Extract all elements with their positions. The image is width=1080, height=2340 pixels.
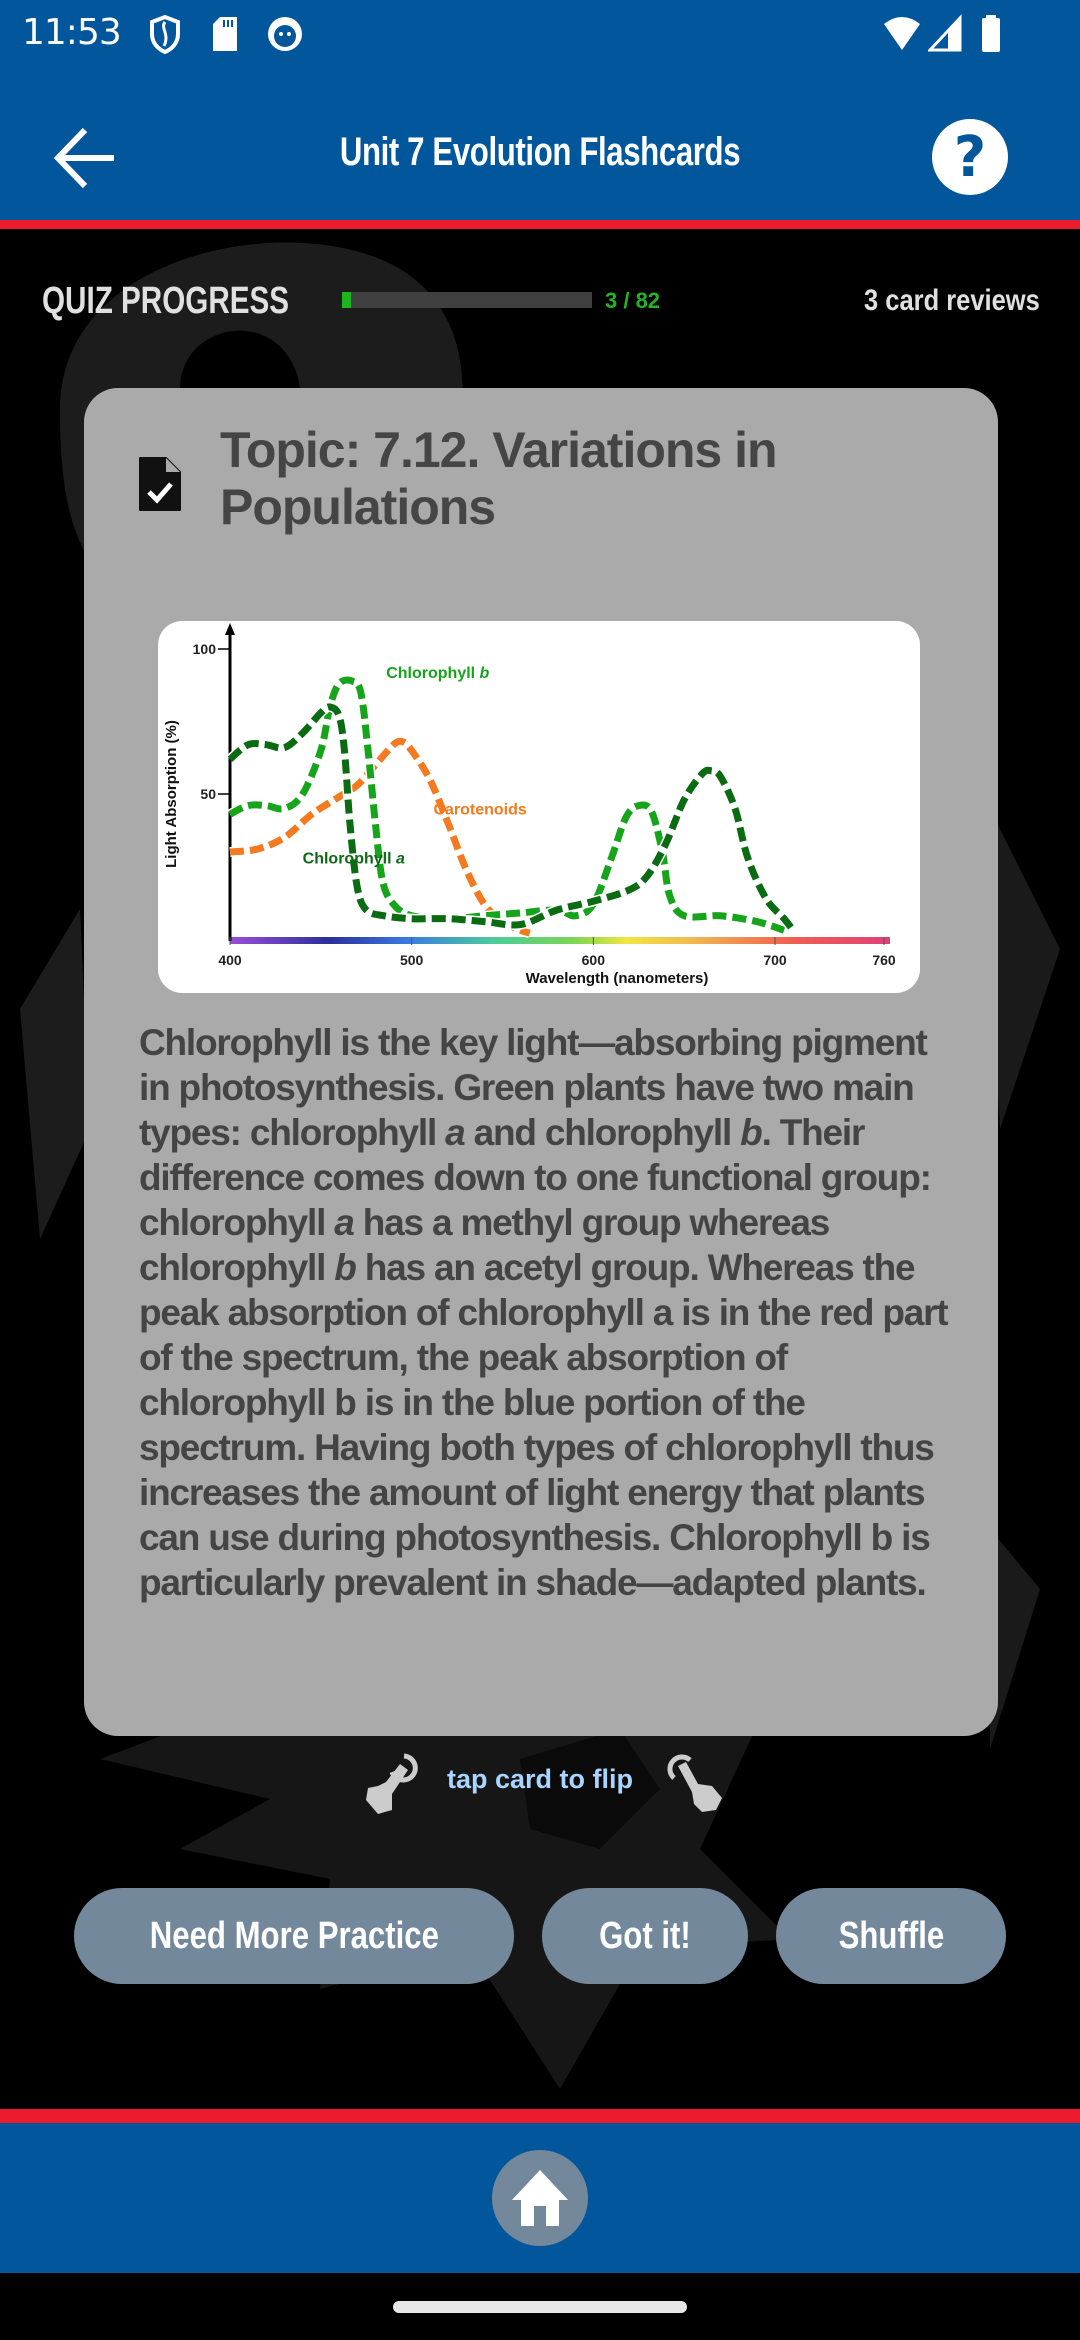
x-axis-label: Wavelength (nanometers) <box>526 970 709 987</box>
need-more-practice-button[interactable]: Need More Practice <box>74 1888 514 1984</box>
x-axis-spectrum <box>230 937 890 944</box>
header-divider <box>0 220 1080 229</box>
footer-divider <box>0 2109 1080 2123</box>
flashcard[interactable]: Topic: 7.12. Variations in Populations 5… <box>84 388 998 1736</box>
help-button[interactable]: ? <box>932 119 1008 195</box>
quiz-progress-bar <box>342 292 592 308</box>
got-it-label: Got it! <box>599 1915 691 1957</box>
card-reviews-count: 3 card reviews <box>864 284 1040 317</box>
wifi-icon <box>884 17 920 50</box>
bottom-bar <box>0 2123 1080 2273</box>
series-label-part: Chlorophyll <box>303 851 396 868</box>
battery-icon <box>982 15 1000 52</box>
italic-term: a <box>334 1202 355 1243</box>
x-tick-label: 760 <box>872 952 896 968</box>
shield-icon <box>150 14 180 54</box>
italic-term: b <box>740 1112 763 1153</box>
card-body-text: Chlorophyll is the key light—absorbing p… <box>139 1020 959 1605</box>
x-tick-label: 700 <box>763 952 787 968</box>
series-label-part: Carotenoids <box>433 801 526 818</box>
series-label-part: b <box>480 665 490 682</box>
system-nav-handle[interactable] <box>393 2301 687 2313</box>
series-label-chlorophyll-b: Chlorophyll b <box>386 665 489 682</box>
y-tick-label: 100 <box>193 641 217 657</box>
absorption-chart-svg: 50 100 400 500 600 700 760 Wavelength (nanomete… <box>163 623 896 987</box>
quiz-progress-label: QUIZ PROGRESS <box>42 280 290 322</box>
x-tick-label: 500 <box>400 952 424 968</box>
y-axis-arrow <box>225 623 235 635</box>
cell-signal-icon <box>928 14 962 52</box>
card-topic: Topic: 7.12. Variations in Populations <box>220 422 778 535</box>
app-bar: Unit 7 Evolution Flashcards ? <box>0 68 1080 220</box>
body-text-segment: has an acetyl group. Whereas the peak ab… <box>139 1247 949 1603</box>
y-axis-label: Light Absorption (%) <box>163 720 180 868</box>
got-it-button[interactable]: Got it! <box>542 1888 748 1984</box>
status-time: 11:53 <box>22 12 122 53</box>
tap-hand-right-icon <box>667 1754 722 1812</box>
absorption-chart: 50 100 400 500 600 700 760 Wavelength (nanomete… <box>158 621 920 993</box>
page-title: Unit 7 Evolution Flashcards <box>339 130 741 174</box>
app-notification-icon <box>268 17 302 51</box>
y-tick-label: 50 <box>200 786 216 802</box>
quiz-progress-fill <box>342 292 352 308</box>
home-button[interactable] <box>492 2150 588 2246</box>
x-tick-label: 400 <box>218 952 242 968</box>
x-tick-label: 600 <box>582 952 606 968</box>
italic-term: a <box>445 1112 466 1153</box>
file-check-icon <box>139 457 181 511</box>
body-text-segment: and chlorophyll <box>464 1112 741 1153</box>
shuffle-button[interactable]: Shuffle <box>776 1888 1006 1984</box>
need-more-practice-label: Need More Practice <box>149 1915 439 1957</box>
status-bar: 11:53 <box>0 0 1080 68</box>
series-outline-chlorophyll-a <box>226 701 798 934</box>
shuffle-label: Shuffle <box>838 1915 944 1957</box>
flip-hint: tap card to flip <box>0 1752 1080 1814</box>
sd-card-icon <box>213 17 237 51</box>
series-label-part: Chlorophyll <box>386 665 479 682</box>
series-label-part: a <box>396 851 405 868</box>
flip-hint-text: tap card to flip <box>446 1764 633 1794</box>
back-arrow-icon[interactable] <box>50 123 120 193</box>
italic-term: b <box>334 1247 357 1288</box>
quiz-progress-count: 3 / 82 <box>605 288 661 313</box>
series-line-chlorophyll-a <box>227 703 796 933</box>
home-icon <box>512 2170 568 2226</box>
series-label-chlorophyll-a: Chlorophyll a <box>303 851 405 868</box>
series-label-carotenoids: Carotenoids <box>433 801 526 818</box>
